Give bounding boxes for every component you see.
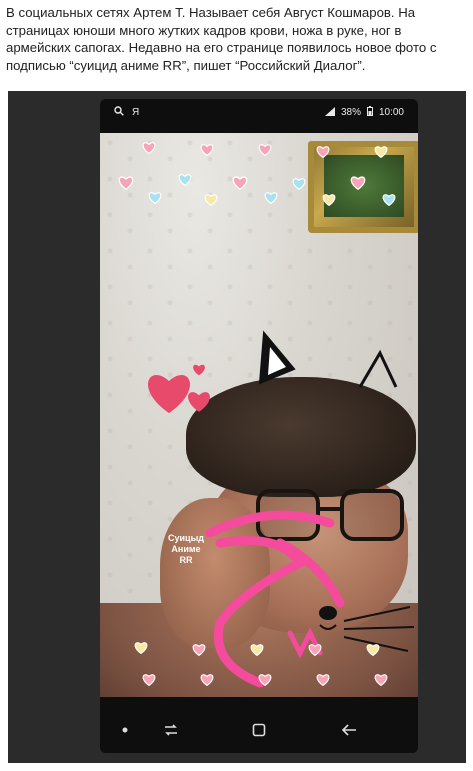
back-icon[interactable] bbox=[338, 719, 360, 741]
article-caption: В социальных сетях Артем Т. Называет себ… bbox=[6, 5, 437, 73]
hair bbox=[186, 377, 416, 497]
heart-sticker-tiny bbox=[193, 364, 205, 376]
home-icon[interactable] bbox=[248, 719, 270, 741]
status-time: 10:00 bbox=[378, 107, 404, 118]
search-label: Я bbox=[132, 107, 140, 118]
phone-screen: Я 38% 10:00 Суицыд Аниме RR bbox=[100, 99, 418, 753]
dot-icon[interactable] bbox=[114, 719, 136, 741]
android-nav-bar bbox=[100, 707, 418, 753]
overlay-line1: Суицыд bbox=[168, 533, 204, 543]
signal-icon bbox=[324, 106, 335, 119]
cat-ears-drawing bbox=[258, 330, 398, 388]
heart-sticker-small bbox=[188, 392, 210, 412]
recent-apps-icon[interactable] bbox=[160, 719, 182, 741]
overlay-caption: Суицыд Аниме RR bbox=[156, 533, 216, 566]
battery-percent: 38% bbox=[340, 107, 361, 118]
selfie-photo: Суицыд Аниме RR bbox=[100, 133, 418, 697]
status-bar: Я 38% 10:00 bbox=[100, 99, 418, 129]
overlay-line3: RR bbox=[179, 555, 193, 565]
overlay-line2: Аниме bbox=[171, 544, 201, 554]
search-icon[interactable] bbox=[114, 106, 124, 119]
battery-icon bbox=[366, 106, 373, 119]
